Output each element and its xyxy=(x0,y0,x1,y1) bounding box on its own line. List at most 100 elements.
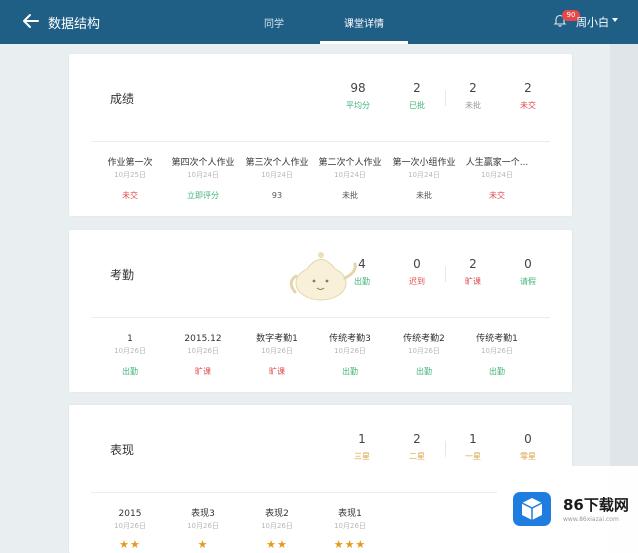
ungraded-stat[interactable]: 2 未批 xyxy=(448,80,498,112)
item-date: 10月26日 xyxy=(334,347,366,355)
card-divider xyxy=(91,141,550,142)
item-name: 传统考勤3 xyxy=(329,334,371,344)
stat-label: 平均分 xyxy=(346,101,370,110)
item-status: 未批 xyxy=(342,191,358,200)
performance-item[interactable]: 表现3 10月26日 ★ xyxy=(163,508,243,551)
item-name: 人生赢家一个... xyxy=(465,158,529,168)
stat-label: 零星 xyxy=(520,452,536,461)
item-date: 10月26日 xyxy=(261,522,293,530)
item-date: 10月26日 xyxy=(114,347,146,355)
grade-now-link[interactable]: 立即评分 xyxy=(163,190,243,201)
performance-item[interactable]: 表现1 10月26日 ★★★ xyxy=(310,508,390,551)
item-status: 出勤 xyxy=(489,367,505,376)
stat-value: 2 xyxy=(413,81,421,95)
attendance-item[interactable]: 数字考勤1 10月26日 旷课 xyxy=(237,333,317,377)
item-date: 10月24日 xyxy=(481,171,513,179)
tab-classmates[interactable]: 同学 xyxy=(264,15,284,30)
three-star-stat[interactable]: 1 三星 xyxy=(337,431,387,463)
watermark-url: www.86xiazai.com xyxy=(563,516,619,523)
chevron-down-icon[interactable] xyxy=(612,18,618,22)
item-name: 2015.12 xyxy=(184,334,222,344)
course-title: 数据结构 xyxy=(48,17,101,32)
not-submitted-stat[interactable]: 2 未交 xyxy=(503,80,553,112)
attendance-item[interactable]: 传统考勤2 10月26日 出勤 xyxy=(384,333,464,377)
stat-value: 0 xyxy=(524,257,532,271)
star-rating-icon: ★★ xyxy=(266,538,288,551)
item-status: 出勤 xyxy=(416,367,432,376)
stat-label: 旷课 xyxy=(465,277,481,286)
stat-label: 未交 xyxy=(520,101,536,110)
watermark-brand: 86下载网 xyxy=(563,496,629,514)
item-name: 传统考勤1 xyxy=(476,334,518,344)
back-arrow-icon[interactable] xyxy=(20,10,42,32)
item-status: 93 xyxy=(271,191,283,200)
attendance-item[interactable]: 传统考勤3 10月26日 出勤 xyxy=(310,333,390,377)
user-menu[interactable]: 周小白 xyxy=(576,14,609,30)
one-star-stat[interactable]: 1 一星 xyxy=(448,431,498,463)
assignment-item[interactable]: 作业第一次 10月25日 未交 xyxy=(90,157,170,201)
item-date: 10月24日 xyxy=(187,171,219,179)
item-status: 旷课 xyxy=(269,367,285,376)
card-divider xyxy=(91,317,550,318)
stat-value: 4 xyxy=(358,257,366,271)
absent-stat[interactable]: 2 旷课 xyxy=(448,256,498,288)
present-stat[interactable]: 4 出勤 xyxy=(337,256,387,288)
item-date: 10月26日 xyxy=(408,347,440,355)
late-stat[interactable]: 0 迟到 xyxy=(392,256,442,288)
item-name: 1 xyxy=(127,334,133,344)
stat-label: 请假 xyxy=(520,277,536,286)
item-status: 旷课 xyxy=(195,367,211,376)
item-date: 10月24日 xyxy=(408,171,440,179)
stat-value: 0 xyxy=(413,257,421,271)
stat-value: 98 xyxy=(350,81,366,95)
item-name: 作业第一次 xyxy=(107,158,153,168)
top-bar: 数据结构 同学 课堂详情 90 周小白 xyxy=(0,0,638,44)
item-name: 2015 xyxy=(118,509,142,519)
stat-value: 2 xyxy=(469,257,477,271)
stat-value: 1 xyxy=(469,432,477,446)
performance-item[interactable]: 表现2 10月26日 ★★ xyxy=(237,508,317,551)
attendance-item[interactable]: 传统考勤1 10月26日 出勤 xyxy=(457,333,537,377)
star-rating-icon: ★★★ xyxy=(333,538,367,551)
attendance-item[interactable]: 2015.12 10月26日 旷课 xyxy=(163,333,243,377)
tab-class-details[interactable]: 课堂详情 xyxy=(344,15,384,30)
box-logo-icon xyxy=(513,492,551,526)
performance-item[interactable]: 2015 10月26日 ★★ xyxy=(90,508,170,551)
two-star-stat[interactable]: 2 二星 xyxy=(392,431,442,463)
item-date: 10月26日 xyxy=(114,522,146,530)
item-name: 传统考勤2 xyxy=(403,334,445,344)
stat-label: 二星 xyxy=(409,452,425,461)
assignment-item[interactable]: 第二次个人作业 10月24日 未批 xyxy=(310,157,390,201)
item-name: 第四次个人作业 xyxy=(171,158,235,168)
stat-label: 一星 xyxy=(465,452,481,461)
graded-stat[interactable]: 2 已批 xyxy=(392,80,442,112)
item-name: 第一次小组作业 xyxy=(392,158,456,168)
assignment-item[interactable]: 第四次个人作业 10月24日 立即评分 xyxy=(163,157,243,201)
assignment-item[interactable]: 第一次小组作业 10月24日 未批 xyxy=(384,157,464,201)
leave-stat[interactable]: 0 请假 xyxy=(503,256,553,288)
stat-value: 0 xyxy=(524,432,532,446)
star-rating-icon: ★★ xyxy=(119,538,141,551)
item-name: 数字考勤1 xyxy=(256,334,298,344)
stat-value: 1 xyxy=(358,432,366,446)
item-date: 10月24日 xyxy=(261,171,293,179)
stat-value: 2 xyxy=(469,81,477,95)
card-divider xyxy=(91,492,550,493)
item-status: 未批 xyxy=(416,191,432,200)
zero-star-stat[interactable]: 0 零星 xyxy=(503,431,553,463)
assignment-item[interactable]: 第三次个人作业 10月24日 93 xyxy=(237,157,317,201)
item-date: 10月25日 xyxy=(114,171,146,179)
stat-value: 2 xyxy=(413,432,421,446)
scores-title: 成绩 xyxy=(110,92,135,106)
item-date: 10月26日 xyxy=(334,522,366,530)
assignment-item[interactable]: 人生赢家一个... 10月24日 未交 xyxy=(457,157,537,201)
stat-label: 出勤 xyxy=(354,277,370,286)
average-score-stat[interactable]: 98 平均分 xyxy=(333,80,383,112)
attendance-item[interactable]: 1 10月26日 出勤 xyxy=(90,333,170,377)
performance-title: 表现 xyxy=(110,443,135,457)
item-date: 10月26日 xyxy=(187,347,219,355)
stat-label: 迟到 xyxy=(409,277,425,286)
item-status: 出勤 xyxy=(122,367,138,376)
item-status: 未交 xyxy=(122,191,138,200)
item-name: 表现3 xyxy=(191,509,215,519)
